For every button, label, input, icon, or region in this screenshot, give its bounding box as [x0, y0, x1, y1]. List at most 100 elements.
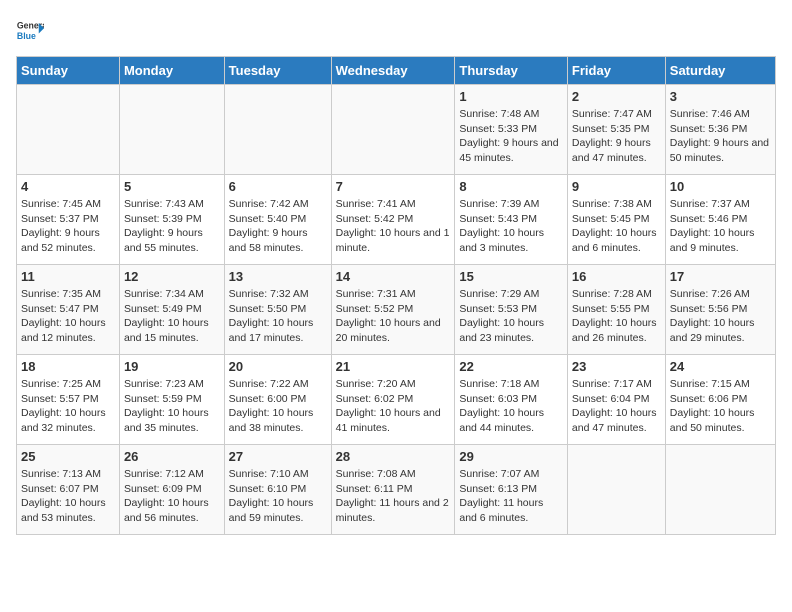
calendar-cell: 4Sunrise: 7:45 AM Sunset: 5:37 PM Daylig…	[17, 175, 120, 265]
day-info: Sunrise: 7:34 AM Sunset: 5:49 PM Dayligh…	[124, 287, 220, 346]
day-info: Sunrise: 7:17 AM Sunset: 6:04 PM Dayligh…	[572, 377, 661, 436]
calendar-cell: 28 Sunrise: 7:08 AM Sunset: 6:11 PM Dayli…	[331, 445, 455, 535]
calendar-cell: 16 Sunrise: 7:28 AM Sunset: 5:55 PM Dayli…	[567, 265, 665, 355]
day-number: 22	[459, 359, 563, 374]
day-number: 15	[459, 269, 563, 284]
day-info: Sunrise: 7:12 AM Sunset: 6:09 PM Dayligh…	[124, 467, 220, 526]
calendar-cell	[567, 445, 665, 535]
page-header: General Blue	[16, 16, 776, 44]
calendar-cell: 11 Sunrise: 7:35 AM Sunset: 5:47 PM Dayli…	[17, 265, 120, 355]
calendar-cell: 23 Sunrise: 7:17 AM Sunset: 6:04 PM Dayli…	[567, 355, 665, 445]
col-header-sunday: Sunday	[17, 57, 120, 85]
calendar-cell	[119, 85, 224, 175]
day-number: 1	[459, 89, 563, 104]
day-info: Sunrise: 7:48 AM Sunset: 5:33 PM Dayligh…	[459, 107, 563, 166]
calendar-cell: 21 Sunrise: 7:20 AM Sunset: 6:02 PM Dayli…	[331, 355, 455, 445]
calendar-cell: 15 Sunrise: 7:29 AM Sunset: 5:53 PM Dayli…	[455, 265, 568, 355]
calendar-cell: 18Sunrise: 7:25 AM Sunset: 5:57 PM Dayli…	[17, 355, 120, 445]
day-number: 5	[124, 179, 220, 194]
calendar-cell: 17 Sunrise: 7:26 AM Sunset: 5:56 PM Dayli…	[665, 265, 775, 355]
day-info: Sunrise: 7:26 AM Sunset: 5:56 PM Dayligh…	[670, 287, 771, 346]
calendar-cell: 27Sunrise: 7:10 AM Sunset: 6:10 PM Dayli…	[224, 445, 331, 535]
calendar-cell	[17, 85, 120, 175]
day-number: 3	[670, 89, 771, 104]
day-info: Sunrise: 7:47 AM Sunset: 5:35 PM Dayligh…	[572, 107, 661, 166]
day-number: 20	[229, 359, 327, 374]
logo-icon: General Blue	[16, 16, 44, 44]
calendar-week-row: 11 Sunrise: 7:35 AM Sunset: 5:47 PM Dayli…	[17, 265, 776, 355]
day-number: 7	[336, 179, 451, 194]
day-info: Sunrise: 7:20 AM Sunset: 6:02 PM Dayligh…	[336, 377, 451, 436]
calendar-cell: 29 Sunrise: 7:07 AM Sunset: 6:13 PM Dayli…	[455, 445, 568, 535]
calendar-cell: 24 Sunrise: 7:15 AM Sunset: 6:06 PM Dayli…	[665, 355, 775, 445]
day-info: Sunrise: 7:37 AM Sunset: 5:46 PM Dayligh…	[670, 197, 771, 256]
day-number: 11	[21, 269, 115, 284]
calendar-cell: 26 Sunrise: 7:12 AM Sunset: 6:09 PM Dayli…	[119, 445, 224, 535]
day-number: 8	[459, 179, 563, 194]
day-number: 21	[336, 359, 451, 374]
day-info: Sunrise: 7:35 AM Sunset: 5:47 PM Dayligh…	[21, 287, 115, 346]
svg-text:Blue: Blue	[17, 31, 36, 41]
calendar-cell: 12 Sunrise: 7:34 AM Sunset: 5:49 PM Dayli…	[119, 265, 224, 355]
calendar-week-row: 18Sunrise: 7:25 AM Sunset: 5:57 PM Dayli…	[17, 355, 776, 445]
day-info: Sunrise: 7:46 AM Sunset: 5:36 PM Dayligh…	[670, 107, 771, 166]
day-number: 13	[229, 269, 327, 284]
day-number: 23	[572, 359, 661, 374]
calendar-week-row: 1 Sunrise: 7:48 AM Sunset: 5:33 PM Daylig…	[17, 85, 776, 175]
day-info: Sunrise: 7:15 AM Sunset: 6:06 PM Dayligh…	[670, 377, 771, 436]
col-header-wednesday: Wednesday	[331, 57, 455, 85]
calendar-cell: 2 Sunrise: 7:47 AM Sunset: 5:35 PM Daylig…	[567, 85, 665, 175]
calendar-cell: 7 Sunrise: 7:41 AM Sunset: 5:42 PM Daylig…	[331, 175, 455, 265]
logo: General Blue	[16, 16, 44, 44]
day-info: Sunrise: 7:28 AM Sunset: 5:55 PM Dayligh…	[572, 287, 661, 346]
day-number: 19	[124, 359, 220, 374]
calendar-cell	[665, 445, 775, 535]
calendar-cell: 9Sunrise: 7:38 AM Sunset: 5:45 PM Daylig…	[567, 175, 665, 265]
day-number: 12	[124, 269, 220, 284]
day-number: 28	[336, 449, 451, 464]
calendar-cell: 6Sunrise: 7:42 AM Sunset: 5:40 PM Daylig…	[224, 175, 331, 265]
col-header-saturday: Saturday	[665, 57, 775, 85]
day-number: 27	[229, 449, 327, 464]
calendar-cell: 25 Sunrise: 7:13 AM Sunset: 6:07 PM Dayli…	[17, 445, 120, 535]
day-info: Sunrise: 7:23 AM Sunset: 5:59 PM Dayligh…	[124, 377, 220, 436]
day-number: 16	[572, 269, 661, 284]
day-number: 2	[572, 89, 661, 104]
col-header-thursday: Thursday	[455, 57, 568, 85]
day-number: 6	[229, 179, 327, 194]
col-header-monday: Monday	[119, 57, 224, 85]
day-info: Sunrise: 7:18 AM Sunset: 6:03 PM Dayligh…	[459, 377, 563, 436]
day-number: 9	[572, 179, 661, 194]
day-number: 24	[670, 359, 771, 374]
calendar-cell: 5 Sunrise: 7:43 AM Sunset: 5:39 PM Daylig…	[119, 175, 224, 265]
col-header-tuesday: Tuesday	[224, 57, 331, 85]
calendar-cell: 13 Sunrise: 7:32 AM Sunset: 5:50 PM Dayli…	[224, 265, 331, 355]
day-info: Sunrise: 7:29 AM Sunset: 5:53 PM Dayligh…	[459, 287, 563, 346]
day-number: 17	[670, 269, 771, 284]
day-info: Sunrise: 7:41 AM Sunset: 5:42 PM Dayligh…	[336, 197, 451, 256]
calendar-table: SundayMondayTuesdayWednesdayThursdayFrid…	[16, 56, 776, 535]
calendar-cell: 3 Sunrise: 7:46 AM Sunset: 5:36 PM Daylig…	[665, 85, 775, 175]
day-info: Sunrise: 7:13 AM Sunset: 6:07 PM Dayligh…	[21, 467, 115, 526]
calendar-cell: 22 Sunrise: 7:18 AM Sunset: 6:03 PM Dayli…	[455, 355, 568, 445]
day-info: Sunrise: 7:43 AM Sunset: 5:39 PM Dayligh…	[124, 197, 220, 256]
calendar-cell	[331, 85, 455, 175]
day-info: Sunrise: 7:25 AM Sunset: 5:57 PM Dayligh…	[21, 377, 115, 436]
day-info: Sunrise: 7:07 AM Sunset: 6:13 PM Dayligh…	[459, 467, 563, 526]
calendar-cell: 20 Sunrise: 7:22 AM Sunset: 6:00 PM Dayli…	[224, 355, 331, 445]
calendar-cell: 14Sunrise: 7:31 AM Sunset: 5:52 PM Dayli…	[331, 265, 455, 355]
day-number: 29	[459, 449, 563, 464]
calendar-cell: 19 Sunrise: 7:23 AM Sunset: 5:59 PM Dayli…	[119, 355, 224, 445]
day-number: 4	[21, 179, 115, 194]
day-number: 26	[124, 449, 220, 464]
calendar-cell: 10Sunrise: 7:37 AM Sunset: 5:46 PM Dayli…	[665, 175, 775, 265]
day-info: Sunrise: 7:22 AM Sunset: 6:00 PM Dayligh…	[229, 377, 327, 436]
day-number: 25	[21, 449, 115, 464]
calendar-cell: 1 Sunrise: 7:48 AM Sunset: 5:33 PM Daylig…	[455, 85, 568, 175]
day-number: 14	[336, 269, 451, 284]
day-info: Sunrise: 7:08 AM Sunset: 6:11 PM Dayligh…	[336, 467, 451, 526]
day-info: Sunrise: 7:32 AM Sunset: 5:50 PM Dayligh…	[229, 287, 327, 346]
calendar-cell	[224, 85, 331, 175]
calendar-cell: 8Sunrise: 7:39 AM Sunset: 5:43 PM Daylig…	[455, 175, 568, 265]
col-header-friday: Friday	[567, 57, 665, 85]
